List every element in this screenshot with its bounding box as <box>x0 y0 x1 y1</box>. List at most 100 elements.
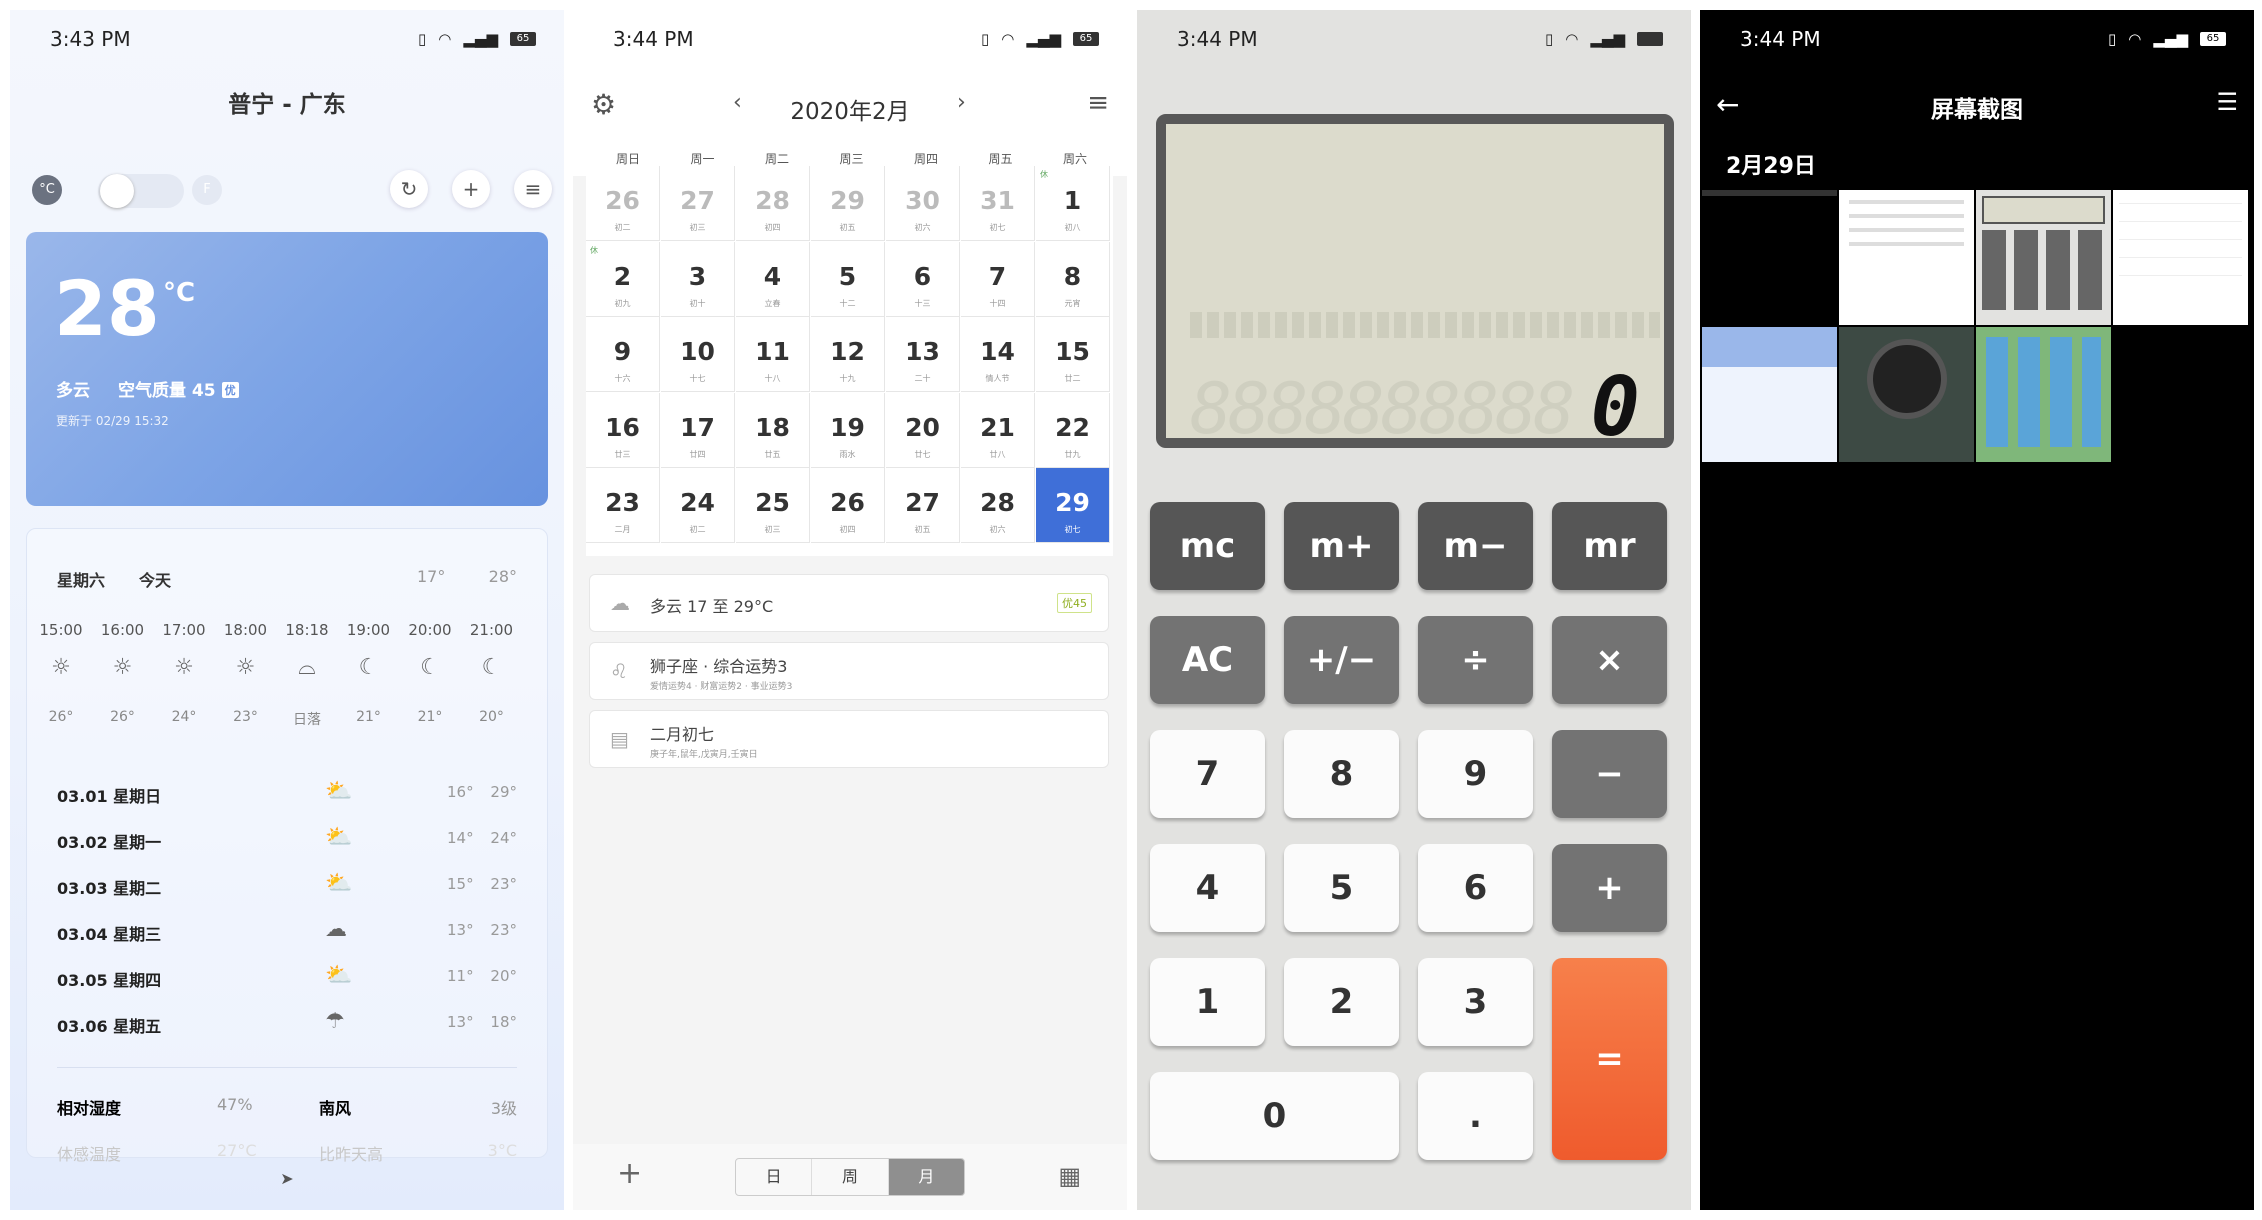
calendar-day[interactable]: 8 元宵 <box>1036 241 1110 317</box>
thumbnail[interactable] <box>1839 327 1974 462</box>
vibrate-icon: ▯ <box>1545 30 1554 48</box>
fahrenheit-icon[interactable]: F <box>192 175 222 205</box>
cloud-icon: ☁ <box>325 917 347 942</box>
daily-row[interactable]: 03.06 星期五 ☂ 13° 18° <box>57 1009 517 1045</box>
daily-row[interactable]: 03.04 星期三 ☁ 13° 23° <box>57 917 517 953</box>
calendar-today-icon[interactable]: ▦ <box>1058 1162 1081 1190</box>
calendar-day[interactable]: 11 十八 <box>736 317 810 392</box>
calendar-day[interactable]: 25 初三 <box>736 468 810 543</box>
calendar-day[interactable]: 10 十七 <box>661 317 735 392</box>
gallery-header: ← 屏幕截图 ☰ <box>1700 68 2254 148</box>
day-number: 23 <box>605 488 640 517</box>
calendar-day[interactable]: 24 初二 <box>661 468 735 543</box>
celsius-icon[interactable]: °C <box>32 175 62 205</box>
daily-row[interactable]: 03.03 星期二 ⛅ 15° 23° <box>57 871 517 907</box>
calendar-day[interactable]: 15 廿二 <box>1036 317 1110 392</box>
mr-button[interactable]: mr <box>1552 502 1667 590</box>
lunar-label: 初六 <box>914 223 931 232</box>
lunar-label: 初八 <box>1064 223 1081 232</box>
calendar-day[interactable]: 13 二十 <box>886 317 960 392</box>
equals-button[interactable]: = <box>1552 958 1667 1160</box>
m-minus-button[interactable]: m− <box>1418 502 1533 590</box>
thumbnail[interactable] <box>1702 327 1837 462</box>
thumbnail[interactable] <box>1839 190 1974 325</box>
four-button[interactable]: 4 <box>1150 844 1265 932</box>
calendar-day[interactable]: 29 初五 <box>811 166 885 241</box>
calendar-day[interactable]: 16 廿三 <box>586 392 660 468</box>
lunar-label: 初三 <box>764 525 781 534</box>
zero-button[interactable]: 0 <box>1150 1072 1399 1160</box>
calendar-day[interactable]: 26 初二 <box>586 166 660 241</box>
calendar-day[interactable]: 31 初七 <box>961 166 1035 241</box>
view-week[interactable]: 周 <box>812 1159 889 1195</box>
calendar-day[interactable]: 29 初七 <box>1036 468 1110 543</box>
horoscope-card[interactable]: ♌ 狮子座 · 综合运势3 爱情运势4 · 财富运势2 · 事业运势3 <box>589 642 1109 700</box>
calendar-day[interactable]: 9 十六 <box>586 317 660 392</box>
unit-toggle[interactable] <box>98 174 184 208</box>
menu-icon[interactable]: ≡ <box>514 170 552 208</box>
six-button[interactable]: 6 <box>1418 844 1533 932</box>
add-icon[interactable]: + <box>452 170 490 208</box>
minus-button[interactable]: − <box>1552 730 1667 818</box>
calendar-day[interactable]: 27 初三 <box>661 166 735 241</box>
calendar-day[interactable]: 4 立春 <box>736 241 810 317</box>
calendar-day[interactable]: 3 初十 <box>661 241 735 317</box>
weather-event-card[interactable]: ☁ 多云 17 至 29°C 优45 <box>589 574 1109 632</box>
thumbnail[interactable] <box>1976 190 2111 325</box>
list-icon[interactable]: ☰ <box>2216 88 2238 116</box>
refresh-icon[interactable]: ↻ <box>390 170 428 208</box>
calendar-day[interactable]: 21 廿八 <box>961 392 1035 468</box>
calendar-day[interactable]: 27 初五 <box>886 468 960 543</box>
divide-button[interactable]: ÷ <box>1418 616 1533 704</box>
day-number: 17 <box>680 412 715 442</box>
five-button[interactable]: 5 <box>1284 844 1399 932</box>
calendar-day[interactable]: 19 雨水 <box>811 392 885 468</box>
lunar-card[interactable]: ▤ 二月初七 庚子年,鼠年,戊寅月,壬寅日 <box>589 710 1109 768</box>
plus-button[interactable]: + <box>1552 844 1667 932</box>
daily-row[interactable]: 03.02 星期一 ⛅ 14° 24° <box>57 825 517 861</box>
day-number: 31 <box>980 186 1015 215</box>
location-arrow-icon[interactable]: ➤ <box>10 1169 564 1188</box>
thumbnail[interactable] <box>2113 190 2248 325</box>
calendar-day[interactable]: 17 廿四 <box>661 392 735 468</box>
multiply-button[interactable]: × <box>1552 616 1667 704</box>
calendar-day[interactable]: 5 十二 <box>811 241 885 317</box>
decimal-button[interactable]: . <box>1418 1072 1533 1160</box>
mc-button[interactable]: mc <box>1150 502 1265 590</box>
thumbnail[interactable] <box>1976 327 2111 462</box>
menu-icon[interactable]: ≡ <box>1087 88 1109 118</box>
seven-button[interactable]: 7 <box>1150 730 1265 818</box>
calendar-day[interactable]: 7 十四 <box>961 241 1035 317</box>
nine-button[interactable]: 9 <box>1418 730 1533 818</box>
calculator-screen: 3:44 PM ▯ ◠ ▂▄▆ 8888888888 0 mc m+ m− mr AC +∕−… <box>1137 10 1691 1210</box>
calendar-day[interactable]: 6 十三 <box>886 241 960 317</box>
calendar-day[interactable]: 22 廿九 <box>1036 392 1110 468</box>
clear-button[interactable]: AC <box>1150 616 1265 704</box>
sign-toggle-button[interactable]: +∕− <box>1284 616 1399 704</box>
day-number: 29 <box>1055 488 1090 517</box>
calendar-day[interactable]: 18 廿五 <box>736 392 810 468</box>
calendar-day[interactable]: 28 初六 <box>961 468 1035 543</box>
calendar-day[interactable]: 28 初四 <box>736 166 810 241</box>
weekday-label: 周四 <box>913 152 938 166</box>
calendar-day[interactable]: 26 初四 <box>811 468 885 543</box>
calendar-day[interactable]: 20 廿七 <box>886 392 960 468</box>
daily-row[interactable]: 03.05 星期四 ⛅ 11° 20° <box>57 963 517 999</box>
chevron-right-icon[interactable]: › <box>957 90 966 115</box>
m-plus-button[interactable]: m+ <box>1284 502 1399 590</box>
calendar-day[interactable]: 1 初八 休 <box>1036 166 1110 241</box>
eight-button[interactable]: 8 <box>1284 730 1399 818</box>
calendar-day[interactable]: 30 初六 <box>886 166 960 241</box>
calendar-day[interactable]: 14 情人节 <box>961 317 1035 392</box>
one-button[interactable]: 1 <box>1150 958 1265 1046</box>
three-button[interactable]: 3 <box>1418 958 1533 1046</box>
calendar-day[interactable]: 2 初九 休 <box>586 241 660 317</box>
calendar-day[interactable]: 23 二月 <box>586 468 660 543</box>
two-button[interactable]: 2 <box>1284 958 1399 1046</box>
thumbnail[interactable] <box>1702 190 1837 325</box>
calendar-day[interactable]: 12 十九 <box>811 317 885 392</box>
view-month[interactable]: 月 <box>888 1159 964 1195</box>
daily-row[interactable]: 03.01 星期日 ⛅ 16° 29° <box>57 779 517 815</box>
view-day[interactable]: 日 <box>736 1159 813 1195</box>
add-icon[interactable]: + <box>617 1156 642 1191</box>
